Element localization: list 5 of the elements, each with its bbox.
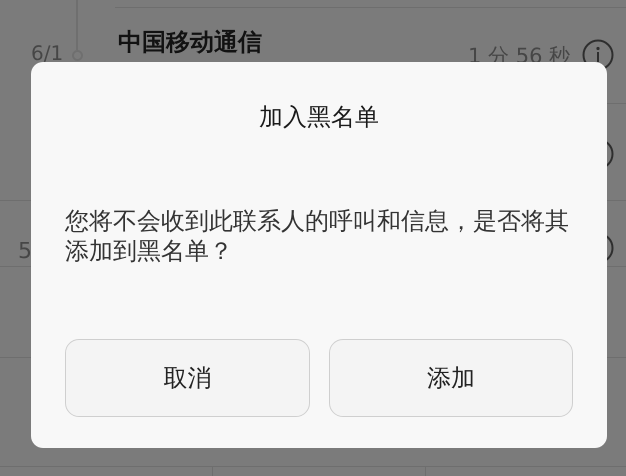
contact-name: 中国移动通信 xyxy=(118,27,262,58)
dialog-button[interactable]: 添加 xyxy=(328,339,573,417)
dialog-message: 您将不会收到此联系人的呼叫和信息，是否将其添加到黑名单？ xyxy=(65,206,570,266)
dialog-title: 加入黑名单 xyxy=(258,102,380,132)
dialog-button[interactable]: 取消 xyxy=(65,339,310,417)
